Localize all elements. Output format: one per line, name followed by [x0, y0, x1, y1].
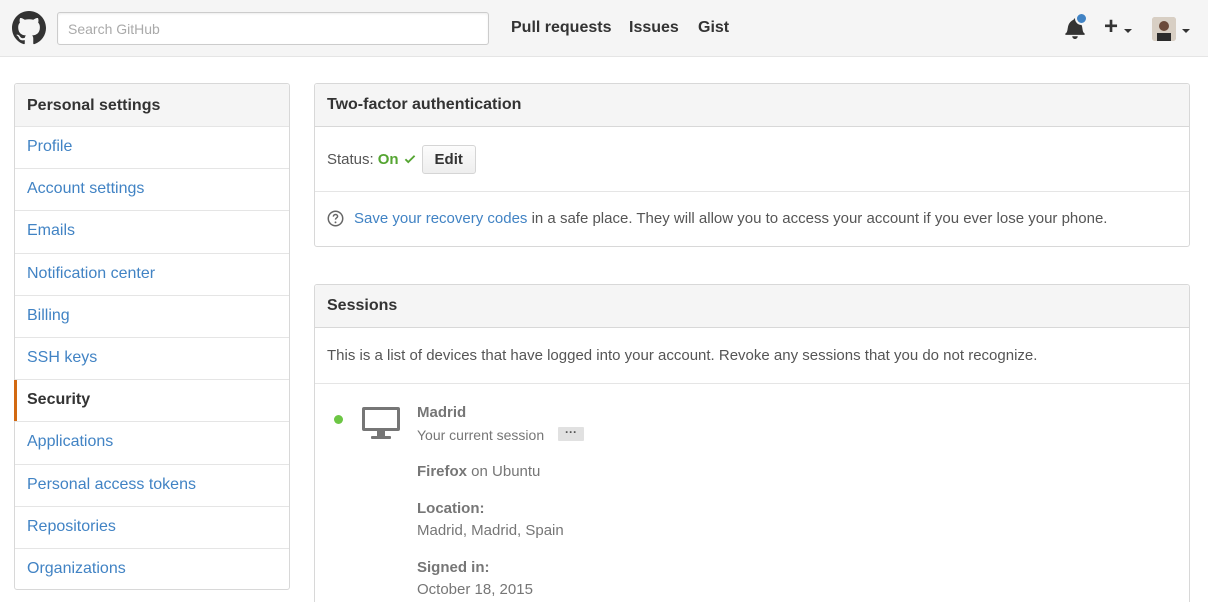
nav-issues[interactable]: Issues: [629, 19, 679, 37]
sessions-title: Sessions: [315, 285, 1189, 328]
session-details-toggle[interactable]: ···: [558, 426, 584, 441]
session-location-name: Madrid: [417, 404, 467, 421]
sidebar-item-ssh-keys[interactable]: SSH keys: [15, 338, 289, 381]
site-header: Pull requests Issues Gist +: [0, 0, 1208, 57]
sidebar-item-security[interactable]: Security: [14, 380, 289, 423]
save-recovery-codes-link[interactable]: Save your recovery codes: [354, 210, 527, 227]
avatar[interactable]: [1152, 17, 1176, 41]
sidebar-item-applications[interactable]: Applications: [15, 422, 289, 465]
recovery-codes-text: in a safe place. They will allow you to …: [527, 210, 1108, 227]
signed-in-value: October 18, 2015: [417, 581, 533, 598]
settings-sidebar: Personal settings Profile Account settin…: [14, 83, 290, 590]
two-factor-status-row: Status: On Edit: [315, 127, 1189, 192]
sidebar-item-emails[interactable]: Emails: [15, 211, 289, 254]
checkmark-icon: [404, 155, 415, 164]
user-avatar-icon: [1152, 17, 1176, 41]
chevron-down-icon[interactable]: [1182, 29, 1190, 33]
sidebar-item-repositories[interactable]: Repositories: [15, 507, 289, 549]
question-icon: [327, 210, 344, 227]
status-label: Status:: [327, 150, 374, 168]
active-session-dot: [334, 415, 343, 424]
sidebar-title: Personal settings: [15, 84, 289, 127]
browser-os: on Ubuntu: [467, 463, 541, 480]
two-factor-box: Two-factor authentication Status: On Edi…: [314, 83, 1190, 247]
unread-notification-dot: [1075, 12, 1088, 25]
two-factor-title: Two-factor authentication: [315, 84, 1189, 127]
desktop-monitor-icon: [362, 407, 400, 439]
session-browser: Firefox on Ubuntu: [417, 463, 540, 480]
location-label: Location:: [417, 500, 485, 517]
status-value: On: [377, 150, 399, 168]
sidebar-item-organizations[interactable]: Organizations: [15, 549, 289, 591]
edit-two-factor-button[interactable]: Edit: [421, 144, 476, 174]
sidebar-item-account-settings[interactable]: Account settings: [15, 169, 289, 212]
sidebar-item-notification-center[interactable]: Notification center: [15, 254, 289, 296]
sessions-box: Sessions This is a list of devices that …: [314, 284, 1190, 602]
recovery-codes-row: Save your recovery codes in a safe place…: [315, 192, 1189, 245]
sidebar-item-personal-access-tokens[interactable]: Personal access tokens: [15, 465, 289, 507]
browser-name: Firefox: [417, 463, 468, 480]
session-item: Madrid Your current session ··· Firefox …: [315, 384, 1189, 602]
create-new-button[interactable]: +: [1104, 14, 1118, 40]
location-value: Madrid, Madrid, Spain: [417, 522, 564, 539]
sidebar-item-profile[interactable]: Profile: [15, 127, 289, 170]
github-logo-icon[interactable]: [12, 11, 46, 45]
nav-gist[interactable]: Gist: [698, 19, 729, 37]
search-input[interactable]: [57, 12, 489, 45]
current-session-label: Your current session: [417, 427, 545, 443]
sessions-description: This is a list of devices that have logg…: [315, 328, 1189, 384]
signed-in-label: Signed in:: [417, 559, 490, 576]
sidebar-item-billing[interactable]: Billing: [15, 296, 289, 338]
nav-pull-requests[interactable]: Pull requests: [511, 19, 611, 37]
chevron-down-icon[interactable]: [1124, 29, 1132, 33]
